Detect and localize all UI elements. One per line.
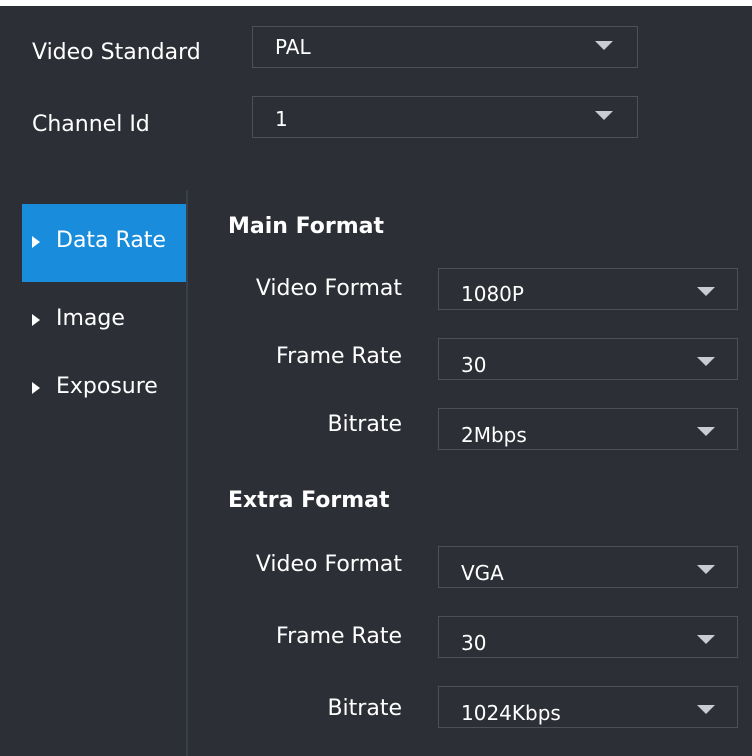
main-video-format-label: Video Format (255, 276, 402, 301)
triangle-right-icon (32, 314, 40, 326)
extra-video-format-value: VGA (461, 561, 504, 585)
channel-id-label: Channel Id (32, 112, 150, 137)
chevron-down-icon (595, 111, 613, 120)
sidebar-divider (186, 190, 188, 756)
chevron-down-icon (595, 41, 613, 50)
extra-frame-rate-value: 30 (461, 631, 487, 655)
main-video-format-select[interactable]: 1080P (438, 268, 738, 310)
extra-video-format-label: Video Format (255, 552, 402, 577)
sidebar-item-label: Image (56, 306, 125, 331)
extra-format-title: Extra Format (228, 488, 390, 513)
triangle-right-icon (32, 236, 40, 248)
triangle-right-icon (32, 382, 40, 394)
chevron-down-icon (697, 565, 715, 574)
sidebar-item-label: Exposure (56, 374, 158, 399)
settings-panel: Video Standard PAL Channel Id 1 Data Rat… (0, 6, 752, 756)
video-standard-select[interactable]: PAL (252, 26, 638, 68)
chevron-down-icon (697, 635, 715, 644)
chevron-down-icon (697, 287, 715, 296)
channel-id-select[interactable]: 1 (252, 96, 638, 138)
chevron-down-icon (697, 705, 715, 714)
main-bitrate-label: Bitrate (327, 412, 402, 437)
channel-id-value: 1 (275, 107, 288, 131)
extra-bitrate-select[interactable]: 1024Kbps (438, 686, 738, 728)
main-bitrate-value: 2Mbps (461, 423, 527, 447)
main-bitrate-select[interactable]: 2Mbps (438, 408, 738, 450)
main-video-format-value: 1080P (461, 282, 524, 306)
main-format-title: Main Format (228, 214, 384, 239)
extra-video-format-select[interactable]: VGA (438, 546, 738, 588)
extra-bitrate-value: 1024Kbps (461, 701, 561, 725)
sidebar-item-exposure[interactable]: Exposure (22, 350, 186, 428)
extra-bitrate-label: Bitrate (327, 696, 402, 721)
video-standard-label: Video Standard (32, 40, 201, 65)
extra-frame-rate-select[interactable]: 30 (438, 616, 738, 658)
chevron-down-icon (697, 357, 715, 366)
main-frame-rate-select[interactable]: 30 (438, 338, 738, 380)
main-frame-rate-label: Frame Rate (276, 344, 402, 369)
chevron-down-icon (697, 427, 715, 436)
sidebar-item-data-rate[interactable]: Data Rate (22, 204, 186, 282)
main-frame-rate-value: 30 (461, 353, 487, 377)
extra-frame-rate-label: Frame Rate (276, 624, 402, 649)
video-standard-value: PAL (275, 35, 311, 59)
sidebar-item-label: Data Rate (56, 228, 166, 253)
sidebar-item-image[interactable]: Image (22, 282, 186, 360)
